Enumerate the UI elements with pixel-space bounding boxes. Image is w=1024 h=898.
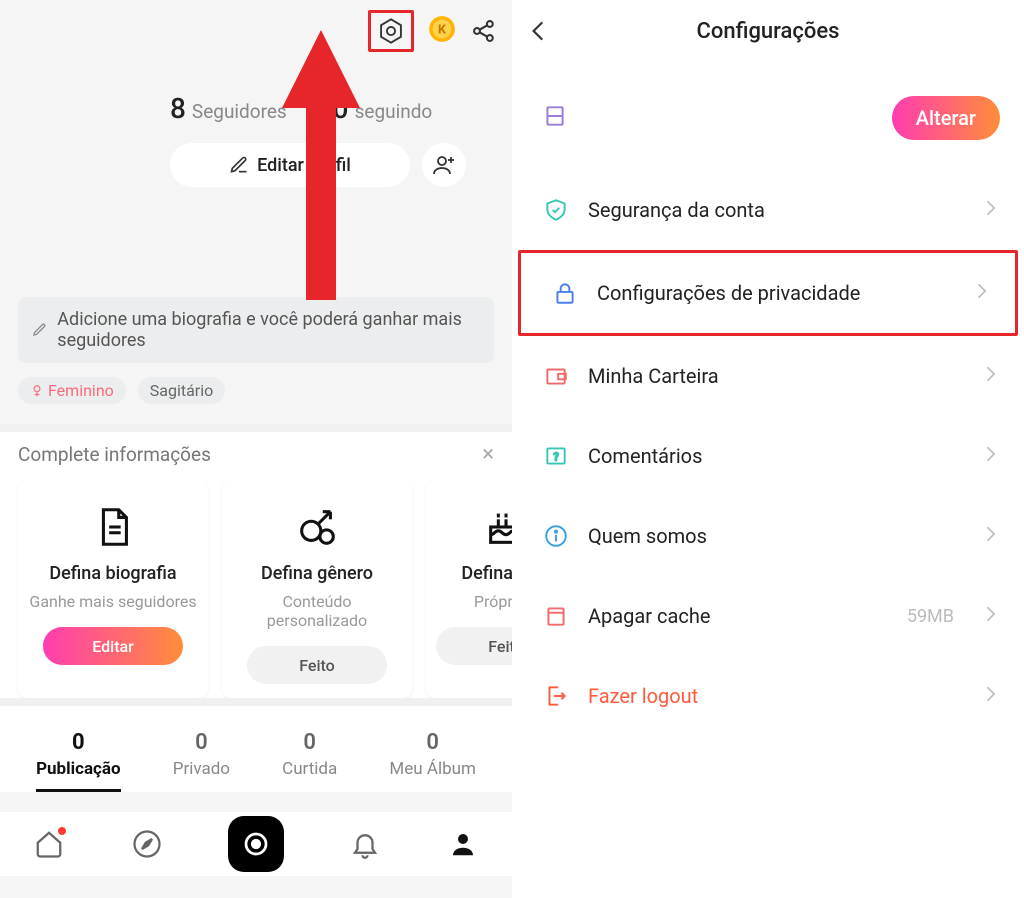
nav-camera[interactable] [228, 816, 284, 872]
camera-icon [241, 829, 271, 859]
gender-tag[interactable]: Feminino [18, 377, 126, 404]
tab-liked[interactable]: 0 Curtida [282, 730, 337, 792]
account-icon [542, 103, 568, 133]
menu-logout[interactable]: Fazer logout [512, 656, 1024, 736]
chevron-right-icon [980, 364, 1000, 389]
profile-screen: K 8Seguidores 10seguindo [0, 0, 512, 898]
person-icon [448, 829, 478, 859]
following-stat[interactable]: 10seguindo [317, 92, 433, 125]
chevron-right-icon [980, 524, 1000, 549]
compass-icon [132, 829, 162, 859]
notification-dot [58, 827, 66, 835]
tab-private[interactable]: 0 Privado [173, 730, 230, 792]
chevron-right-icon [980, 444, 1000, 469]
add-person-button[interactable] [422, 143, 466, 187]
share-icon[interactable] [470, 17, 498, 45]
chevron-right-icon [980, 684, 1000, 709]
back-button[interactable] [526, 18, 552, 50]
settings-highlight-box [368, 10, 414, 52]
document-icon [90, 504, 136, 550]
wallet-icon [542, 362, 570, 390]
bottom-nav [0, 812, 512, 876]
edit-profile-button[interactable]: Editar Perfil [170, 143, 410, 187]
chevron-right-icon [980, 604, 1000, 629]
gender-icon [294, 504, 340, 550]
nav-profile[interactable] [446, 827, 480, 861]
logout-icon [542, 682, 570, 710]
complete-info-title: Complete informações [18, 443, 211, 466]
female-icon [30, 384, 44, 398]
nav-explore[interactable] [130, 827, 164, 861]
bell-icon [350, 829, 380, 859]
shield-icon [542, 196, 570, 224]
zodiac-tag[interactable]: Sagitário [138, 377, 225, 404]
alterar-button[interactable]: Alterar [892, 96, 1000, 140]
menu-account-security[interactable]: Segurança da conta [512, 170, 1024, 250]
cake-icon [483, 504, 512, 550]
coin-icon[interactable]: K [428, 15, 456, 47]
cache-size: 59MB [907, 606, 954, 627]
close-complete-icon[interactable]: × [482, 442, 494, 467]
edit-icon [229, 155, 249, 175]
card-gender: Defina gênero Conteúdo personalizado Fei… [222, 481, 412, 698]
trash-icon [542, 602, 570, 630]
edit-profile-label: Editar Perfil [257, 155, 351, 176]
settings-hex-icon[interactable] [377, 17, 405, 45]
bio-prompt-text: Adicione uma biografia e você poderá gan… [57, 309, 480, 351]
card-biography: Defina biografia Ganhe mais seguidores E… [18, 481, 208, 698]
pencil-icon [32, 321, 47, 339]
menu-clear-cache[interactable]: Apagar cache 59MB [512, 576, 1024, 656]
nav-home[interactable] [32, 827, 66, 861]
card-bio-edit-button[interactable]: Editar [43, 627, 183, 665]
menu-privacy-settings[interactable]: Configurações de privacidade [518, 250, 1018, 336]
menu-comments[interactable]: ? Comentários [512, 416, 1024, 496]
bio-prompt[interactable]: Adicione uma biografia e você poderá gan… [18, 297, 494, 363]
chevron-right-icon [971, 281, 991, 306]
svg-text:?: ? [553, 450, 558, 463]
lock-icon [551, 279, 579, 307]
nav-notifications[interactable] [348, 827, 382, 861]
card-birthday-done-button[interactable]: Feito [436, 627, 512, 665]
tab-posts[interactable]: 0 Publicação [36, 730, 121, 792]
followers-stat[interactable]: 8Seguidores [170, 92, 287, 125]
svg-text:K: K [438, 23, 447, 38]
settings-title: Configurações [697, 19, 840, 44]
add-person-icon [432, 153, 456, 177]
card-gender-done-button[interactable]: Feito [247, 646, 387, 684]
chevron-right-icon [980, 198, 1000, 223]
chevron-left-icon [526, 18, 552, 44]
settings-screen: Configurações Alterar Segurança da conta [512, 0, 1024, 898]
card-birthday: Defina aniv Próprio s Feito [426, 481, 512, 698]
menu-about[interactable]: Quem somos [512, 496, 1024, 576]
tab-album[interactable]: 0 Meu Álbum [389, 730, 476, 792]
menu-wallet[interactable]: Minha Carteira [512, 336, 1024, 416]
comments-icon: ? [542, 442, 570, 470]
info-icon [542, 522, 570, 550]
